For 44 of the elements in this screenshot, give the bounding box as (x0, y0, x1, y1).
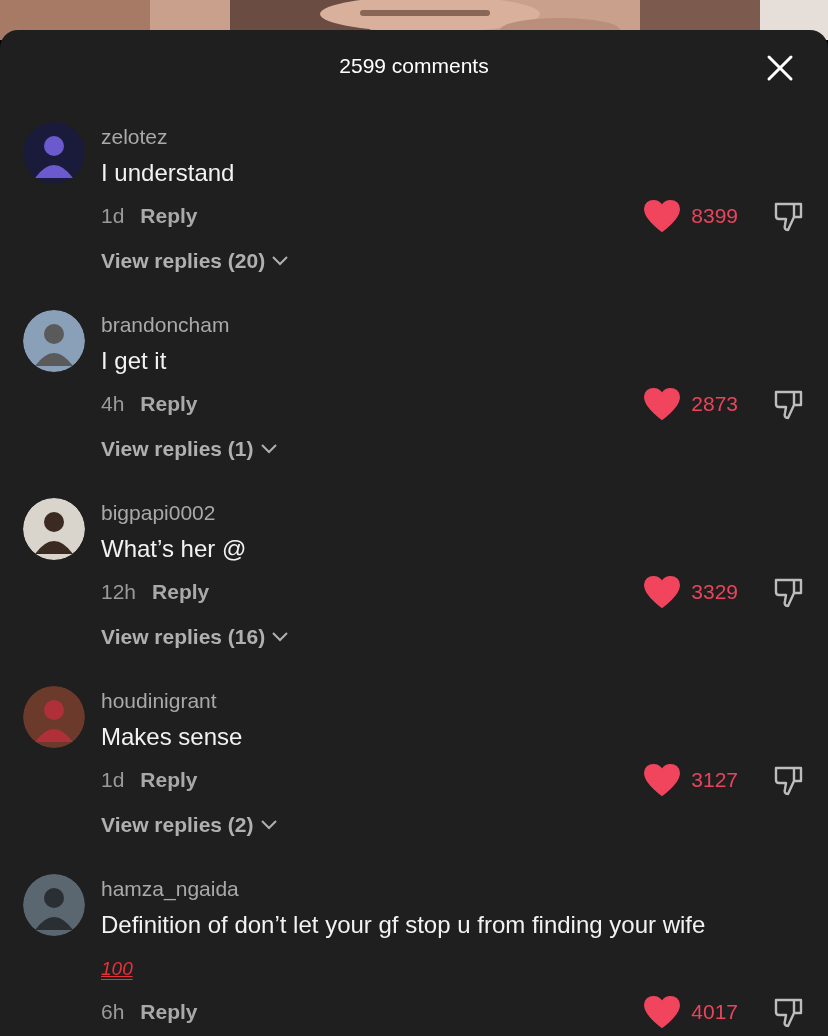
avatar[interactable] (23, 310, 85, 372)
username[interactable]: zelotez (101, 125, 168, 148)
view-replies-link[interactable]: View replies (1) (101, 434, 278, 464)
comments-count-title: 2599 comments (339, 53, 489, 80)
reply-link[interactable]: Reply (152, 576, 210, 608)
comment-text: I get it (101, 347, 167, 374)
username[interactable]: brandoncham (101, 313, 230, 336)
comment-text: What’s her @ (101, 535, 247, 562)
reply-link[interactable]: Reply (140, 388, 198, 420)
chevron-down-icon (271, 255, 290, 267)
view-replies-link[interactable]: View replies (2) (101, 810, 278, 840)
heart-icon (643, 387, 682, 421)
username[interactable]: houdinigrant (101, 689, 217, 712)
like-button[interactable]: 2873 (643, 387, 738, 421)
heart-icon (643, 763, 682, 797)
like-button[interactable]: 3127 (643, 763, 738, 797)
avatar[interactable] (23, 498, 85, 560)
reply-link[interactable]: Reply (140, 200, 198, 232)
chevron-down-icon (271, 631, 290, 643)
comment-time: 4h (101, 391, 125, 418)
comment-time: 12h (101, 579, 137, 606)
chevron-down-icon (259, 443, 278, 455)
reply-link[interactable]: Reply (140, 764, 198, 796)
comment-time: 6h (101, 999, 125, 1026)
hundred-points-emoji: 100 (101, 958, 133, 979)
reply-link[interactable]: Reply (140, 996, 198, 1028)
comment-text: Makes sense (101, 723, 243, 750)
comment-time: 1d (101, 767, 125, 794)
heart-icon (643, 995, 682, 1029)
heart-icon (643, 199, 682, 233)
like-button[interactable]: 3329 (643, 575, 738, 609)
close-icon (766, 54, 794, 82)
view-replies-link[interactable]: View replies (16) (101, 622, 290, 652)
comment-time: 1d (101, 203, 125, 230)
chevron-down-icon (259, 819, 278, 831)
username[interactable]: bigpapi0002 (101, 501, 216, 524)
comment-text: I understand (101, 159, 235, 186)
comment-text: Definition of don’t let your gf stop u from finding your wife (101, 911, 706, 938)
username[interactable]: hamza_ngaida (101, 877, 239, 900)
view-replies-link[interactable]: View replies (20) (101, 246, 290, 276)
like-button[interactable]: 4017 (643, 995, 738, 1029)
heart-icon (643, 575, 682, 609)
close-button[interactable] (766, 54, 794, 82)
like-button[interactable]: 8399 (643, 199, 738, 233)
